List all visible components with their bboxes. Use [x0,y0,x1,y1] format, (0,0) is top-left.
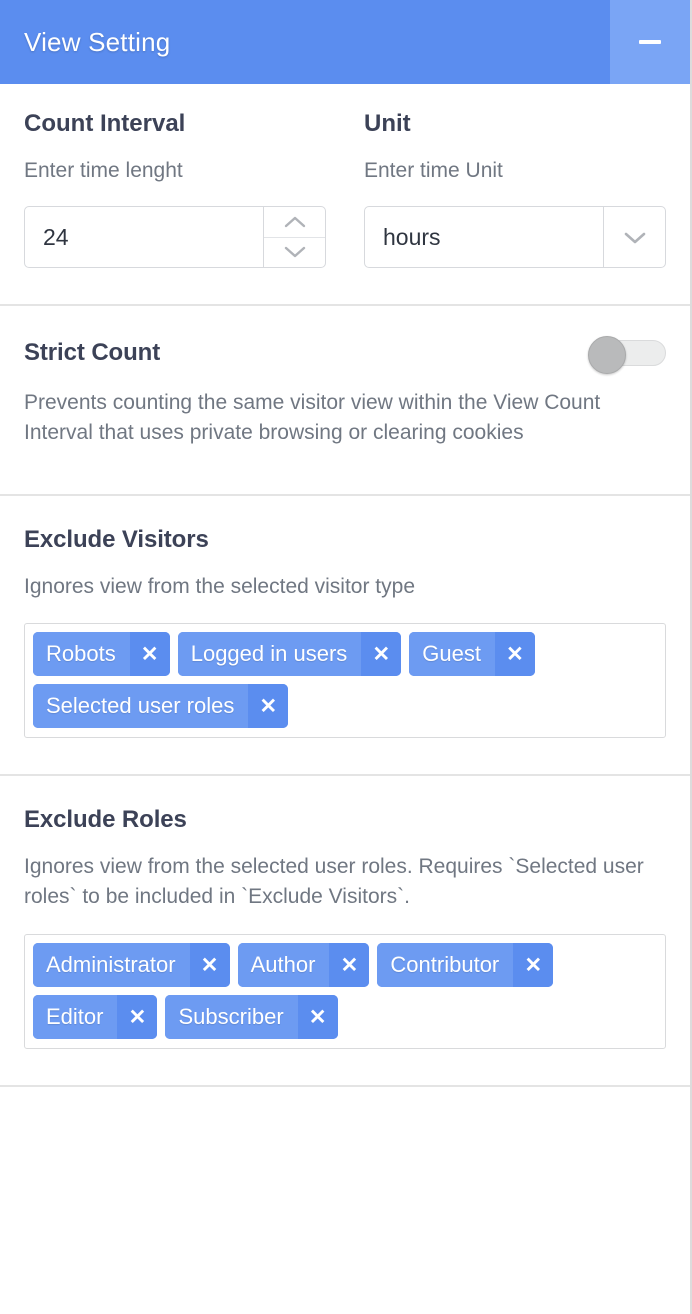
count-interval-label: Count Interval [24,110,186,137]
toggle-knob [588,336,626,374]
window-titlebar: View Setting [0,0,690,84]
tag-chip: Guest ✕ [409,632,535,677]
tag-remove-button[interactable]: ✕ [494,632,535,677]
count-interval-section: Count Interval Enter time lenght 24 Unit… [0,84,690,306]
chevron-down-icon [284,247,305,258]
tag-chip: Contributor ✕ [377,943,554,988]
close-icon: ✕ [128,1005,147,1029]
minimize-button[interactable] [610,0,690,84]
strict-count-header: Strict Count [24,336,666,374]
close-icon: ✕ [140,642,159,666]
close-icon: ✕ [259,694,278,718]
close-icon: ✕ [340,953,359,977]
tag-remove-button[interactable]: ✕ [117,995,158,1040]
count-interval-input-wrap: 24 [24,206,326,268]
chevron-down-icon [624,232,645,243]
unit-select-value[interactable]: hours [365,207,603,267]
exclude-visitors-tag-input[interactable]: Robots ✕ Logged in users ✕ Guest ✕ Selected us… [24,623,666,739]
exclude-visitors-description: Ignores view from the selected visitor t… [24,574,416,598]
tag-remove-button[interactable]: ✕ [248,684,289,729]
unit-field: Unit Enter time Unit hours [364,110,666,268]
unit-select-wrap: hours [364,206,666,268]
tag-label: Logged in users [177,632,362,677]
tag-chip: Robots ✕ [33,632,170,677]
unit-hint: Enter time Unit [364,159,503,182]
exclude-visitors-section: Exclude Visitors Ignores view from the s… [0,496,690,777]
strict-count-section: Strict Count Prevents counting the same … [0,306,690,496]
tag-remove-button[interactable]: ✕ [361,632,402,677]
tag-label: Administrator [33,943,190,988]
page-title: View Setting [24,26,171,57]
tag-label: Robots [33,632,130,677]
exclude-visitors-title: Exclude Visitors [24,525,209,553]
strict-count-description: Prevents counting the same visitor view … [24,391,601,444]
tag-label: Subscriber [165,995,298,1040]
count-interval-field: Count Interval Enter time lenght 24 [24,110,326,268]
count-interval-input[interactable]: 24 [25,207,263,267]
close-icon: ✕ [372,642,391,666]
tag-label: Guest [409,632,495,677]
tag-chip: Administrator ✕ [33,943,230,988]
tag-chip: Logged in users ✕ [177,632,402,677]
chevron-up-icon [284,216,305,227]
view-setting-panel: View Setting Count Interval Enter time l… [0,0,692,1314]
tag-chip: Author ✕ [237,943,370,988]
close-icon: ✕ [200,953,219,977]
close-icon: ✕ [524,953,543,977]
tag-label: Contributor [377,943,514,988]
unit-label: Unit [364,110,411,137]
count-interval-hint: Enter time lenght [24,159,183,182]
strict-count-toggle[interactable] [588,336,666,374]
tag-label: Selected user roles [33,684,249,729]
stepper-down-button[interactable] [264,236,325,268]
close-icon: ✕ [308,1005,327,1029]
exclude-roles-tag-input[interactable]: Administrator ✕ Author ✕ Contributor ✕ Editor ✕… [24,934,666,1050]
count-interval-stepper [263,207,325,267]
exclude-roles-description: Ignores view from the selected user role… [24,855,644,909]
exclude-roles-section: Exclude Roles Ignores view from the sele… [0,776,690,1088]
interval-field-row: Count Interval Enter time lenght 24 Unit… [24,110,666,268]
tag-chip: Selected user roles ✕ [33,684,289,729]
close-icon: ✕ [506,642,524,666]
tag-chip: Subscriber ✕ [165,995,338,1040]
tag-label: Editor [33,995,118,1040]
tag-label: Author [237,943,330,988]
exclude-roles-title: Exclude Roles [24,806,187,834]
tag-remove-button[interactable]: ✕ [129,632,170,677]
tag-chip: Editor ✕ [33,995,158,1040]
tag-remove-button[interactable]: ✕ [329,943,370,988]
tag-remove-button[interactable]: ✕ [189,943,230,988]
minimize-icon [639,40,661,44]
unit-dropdown-button[interactable] [603,207,665,267]
strict-count-title: Strict Count [24,339,161,366]
tag-remove-button[interactable]: ✕ [513,943,554,988]
tag-remove-button[interactable]: ✕ [297,995,338,1040]
stepper-up-button[interactable] [264,207,325,237]
